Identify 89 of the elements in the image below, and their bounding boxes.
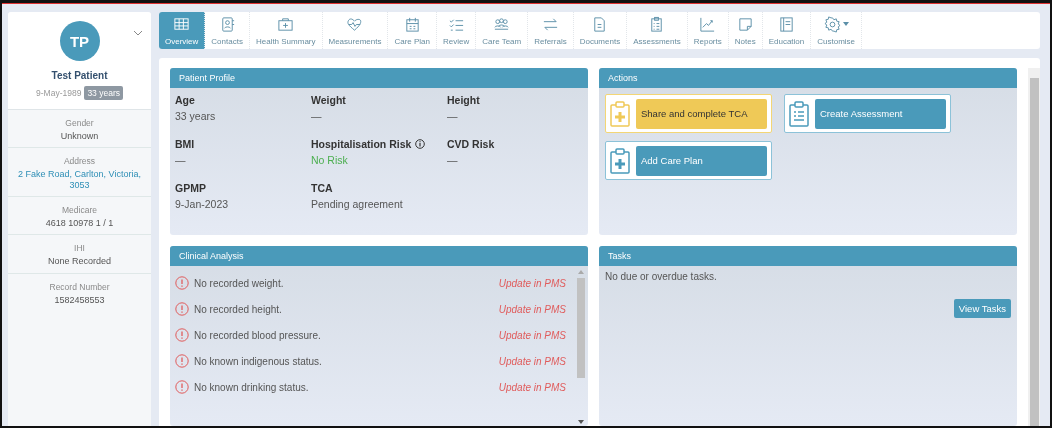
action-tile[interactable]: Add Care Plan <box>605 141 772 180</box>
update-link[interactable]: Update in PMS <box>498 329 566 341</box>
analysis-text: No known drinking status. <box>194 381 310 393</box>
view-tasks-button[interactable]: View Tasks <box>953 299 1011 318</box>
action-button[interactable]: Create Assessment <box>815 98 946 129</box>
detail-label: Gender <box>65 118 94 128</box>
detail-label: Medicare <box>62 205 97 216</box>
warning-icon <box>175 328 189 342</box>
action-button[interactable]: Add Care Plan <box>636 145 767 176</box>
info-icon[interactable] <box>415 139 426 149</box>
age-badge: 33 years <box>84 86 123 100</box>
action-tile[interactable]: Create Assessment <box>784 94 951 133</box>
detail-value: 4618 10978 1 / 1 <box>45 218 114 229</box>
field-label: Weight <box>311 94 346 106</box>
scroll-down-icon[interactable] <box>578 420 584 424</box>
nav-tab[interactable]: Contacts <box>205 12 250 49</box>
card-header: Actions <box>599 68 1017 88</box>
warning-icon <box>175 354 189 368</box>
update-link[interactable]: Update in PMS <box>498 277 566 289</box>
detail-link[interactable]: 2 Fake Road, Carlton, Victoria, 3053 <box>14 169 145 191</box>
tab-icon <box>823 15 841 33</box>
caret-icon <box>842 22 849 26</box>
warning-icon <box>175 380 189 394</box>
tab-icon <box>493 15 511 33</box>
detail-label: Record Number <box>49 281 110 292</box>
field-value: — <box>447 110 459 122</box>
field-label: Height <box>447 94 480 106</box>
tab-icon <box>173 15 191 33</box>
field-label: TCA <box>311 182 333 194</box>
card-header: Tasks <box>599 246 1017 266</box>
field-label: Hospitalisation Risk <box>311 138 412 150</box>
field-value: No Risk <box>311 154 349 166</box>
detail-label: IHI <box>74 243 85 254</box>
tab-icon <box>346 15 364 33</box>
field-value: — <box>311 110 323 122</box>
tab-icon <box>736 15 754 33</box>
nav-tab[interactable]: Documents <box>573 12 628 49</box>
nav-tab[interactable]: Referrals <box>528 12 574 49</box>
field-label: GPMP <box>175 182 206 194</box>
tab-icon <box>277 15 295 33</box>
clipboard-plus-icon <box>610 147 630 174</box>
analysis-text: No recorded weight. <box>194 277 285 289</box>
nav-tab[interactable]: Health Summary <box>249 12 323 49</box>
nav-tab[interactable]: Review <box>437 12 477 49</box>
warning-icon <box>175 302 189 316</box>
update-link[interactable]: Update in PMS <box>498 355 566 367</box>
field-label: Age <box>175 94 195 106</box>
date-of-birth: 9-May-1989 <box>36 88 82 98</box>
nav-tab[interactable]: Measurements <box>322 12 389 49</box>
detail-value: Unknown <box>60 131 99 142</box>
analysis-text: No recorded height. <box>194 303 283 315</box>
detail-value: None Recorded <box>47 256 111 267</box>
field-value: 33 years <box>175 110 217 122</box>
detail-value: 1582458553 <box>54 294 105 306</box>
scrollbar[interactable] <box>1028 68 1040 426</box>
nav-tab[interactable]: Care Plan <box>388 12 437 49</box>
tab-icon <box>777 15 795 33</box>
clipboard-plus-icon <box>610 100 630 127</box>
action-tile[interactable]: Share and complete TCA <box>605 94 772 133</box>
analysis-text: No known indigenous status. <box>194 355 323 367</box>
warning-icon <box>175 276 189 290</box>
avatar-initials: TP <box>59 21 100 61</box>
tab-icon <box>403 15 421 33</box>
tab-icon <box>699 15 717 33</box>
update-link[interactable]: Update in PMS <box>498 381 566 393</box>
action-button[interactable]: Share and complete TCA <box>636 98 767 129</box>
analysis-text: No recorded blood pressure. <box>194 329 322 341</box>
nav-tab[interactable]: Education <box>762 12 812 49</box>
nav-tab[interactable]: Notes <box>728 12 763 49</box>
card-header: Patient Profile <box>170 68 588 88</box>
field-value: — <box>447 154 459 166</box>
nav-tab[interactable]: Overview <box>159 12 206 49</box>
card-header: Clinical Analysis <box>170 246 588 266</box>
field-value: 9-Jan-2023 <box>175 198 230 210</box>
nav-tab[interactable]: Assessments <box>627 12 688 49</box>
chevron-down-icon[interactable] <box>133 30 143 36</box>
nav-tab[interactable]: Care Team <box>476 12 529 49</box>
field-value: Pending agreement <box>311 198 404 210</box>
field-label: CVD Risk <box>447 138 495 150</box>
tasks-message: No due or overdue tasks. <box>605 271 718 282</box>
patient-name: Test Patient <box>51 70 108 81</box>
field-label: BMI <box>175 138 195 150</box>
nav-tab[interactable]: Customise <box>811 12 863 49</box>
clipboard-list-icon <box>789 100 809 127</box>
nav-tab[interactable]: Reports <box>687 12 729 49</box>
detail-label: Address <box>63 156 96 167</box>
update-link[interactable]: Update in PMS <box>498 303 566 315</box>
scrollbar[interactable] <box>576 270 586 424</box>
field-value: — <box>175 154 187 166</box>
